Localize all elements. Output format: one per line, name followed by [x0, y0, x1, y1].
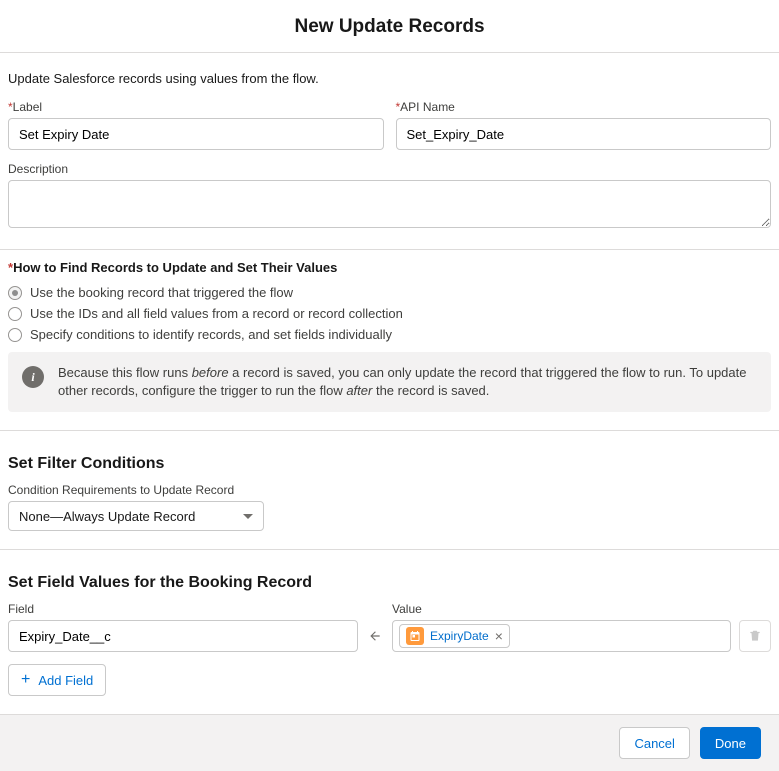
pill-label: ExpiryDate	[430, 629, 489, 643]
done-button[interactable]: Done	[700, 727, 761, 759]
radio-option-record-collection[interactable]: Use the IDs and all field values from a …	[8, 306, 771, 321]
value-column-label: Value	[392, 602, 731, 616]
radio-label: Use the IDs and all field values from a …	[30, 306, 403, 321]
condition-req-label: Condition Requirements to Update Record	[8, 483, 771, 497]
radio-option-specify-conditions[interactable]: Specify conditions to identify records, …	[8, 327, 771, 342]
label-field-label: *Label	[8, 100, 384, 114]
radio-icon	[8, 286, 22, 300]
formula-date-icon	[406, 627, 424, 645]
cancel-button[interactable]: Cancel	[619, 727, 689, 759]
select-value: None—Always Update Record	[19, 509, 195, 524]
add-field-button[interactable]: + Add Field	[8, 664, 106, 696]
info-text: Because this flow runs before a record i…	[58, 364, 757, 400]
chevron-down-icon	[243, 514, 253, 519]
add-field-label: Add Field	[38, 673, 93, 688]
description-textarea[interactable]	[8, 180, 771, 228]
set-values-heading: Set Field Values for the Booking Record	[8, 574, 771, 592]
description-label: Description	[8, 162, 771, 176]
apiname-field-label: *API Name	[396, 100, 772, 114]
find-records-heading: *How to Find Records to Update and Set T…	[8, 260, 771, 275]
radio-option-triggering-record[interactable]: Use the booking record that triggered th…	[8, 285, 771, 300]
value-pill[interactable]: ExpiryDate ×	[399, 624, 510, 648]
radio-label: Specify conditions to identify records, …	[30, 327, 392, 342]
delete-row-button[interactable]	[739, 620, 771, 652]
value-input[interactable]: ExpiryDate ×	[392, 620, 731, 652]
label-input[interactable]	[8, 118, 384, 150]
intro-text: Update Salesforce records using values f…	[8, 71, 771, 86]
arrow-left-icon	[366, 620, 384, 652]
info-box: i Because this flow runs before a record…	[8, 352, 771, 412]
radio-label: Use the booking record that triggered th…	[30, 285, 293, 300]
radio-icon	[8, 307, 22, 321]
field-column-label: Field	[8, 602, 358, 616]
modal-title: New Update Records	[0, 0, 779, 52]
filter-heading: Set Filter Conditions	[8, 455, 771, 473]
condition-req-select[interactable]: None—Always Update Record	[8, 501, 264, 531]
apiname-input[interactable]	[396, 118, 772, 150]
radio-icon	[8, 328, 22, 342]
plus-icon: +	[21, 672, 30, 688]
modal-footer: Cancel Done	[0, 714, 779, 771]
trash-icon	[748, 629, 762, 643]
field-input[interactable]	[8, 620, 358, 652]
pill-remove-icon[interactable]: ×	[495, 629, 503, 643]
info-icon: i	[22, 366, 44, 388]
